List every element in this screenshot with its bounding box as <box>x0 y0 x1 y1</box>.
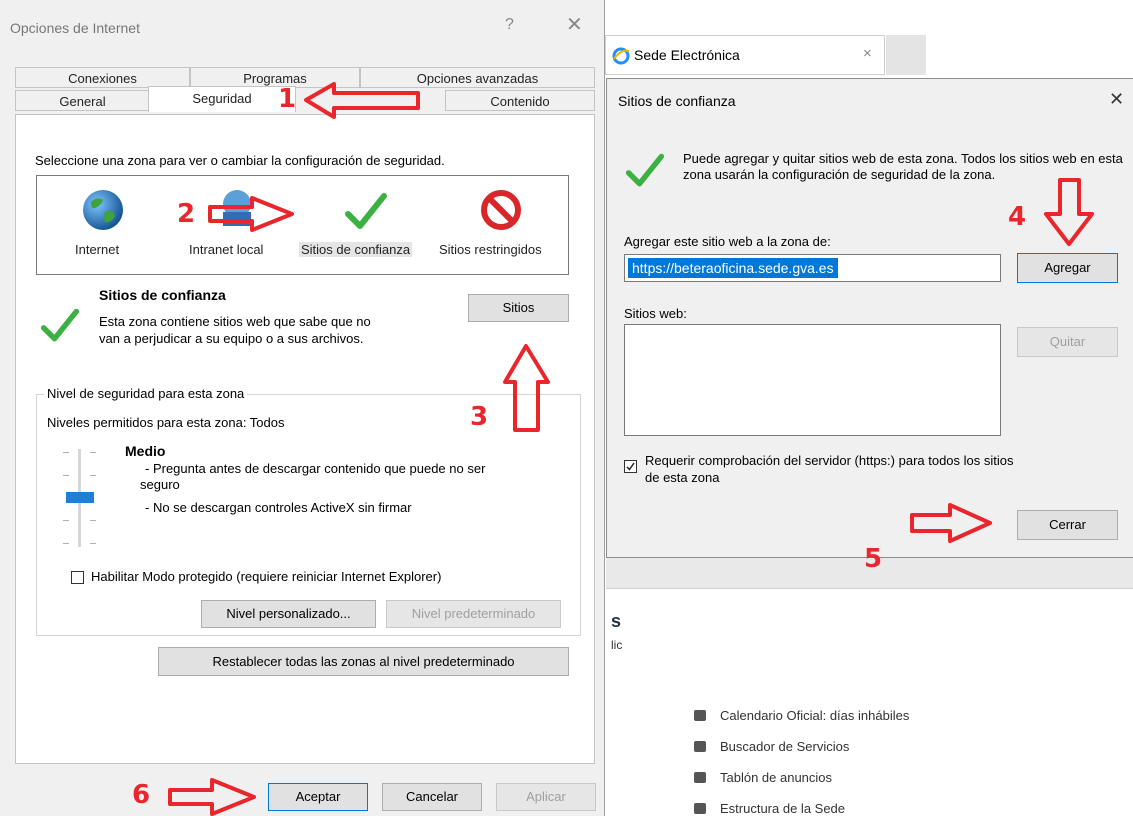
annotation-arrow-1 <box>304 82 420 119</box>
annotation-number: 5 <box>864 544 883 574</box>
annotation-arrow-3 <box>503 344 550 432</box>
annotation-number: 6 <box>132 780 151 810</box>
annotation-number: 3 <box>470 402 489 432</box>
annotation-arrows <box>168 82 1094 816</box>
annotation-arrow-4 <box>1044 178 1094 246</box>
annotation-arrow-6 <box>168 778 256 816</box>
annotation-number: 4 <box>1008 202 1027 232</box>
annotation-arrow-5 <box>910 503 992 543</box>
annotation-arrow-2 <box>208 196 294 232</box>
annotation-number: 2 <box>177 199 196 229</box>
annotation-number: 1 <box>278 84 297 114</box>
